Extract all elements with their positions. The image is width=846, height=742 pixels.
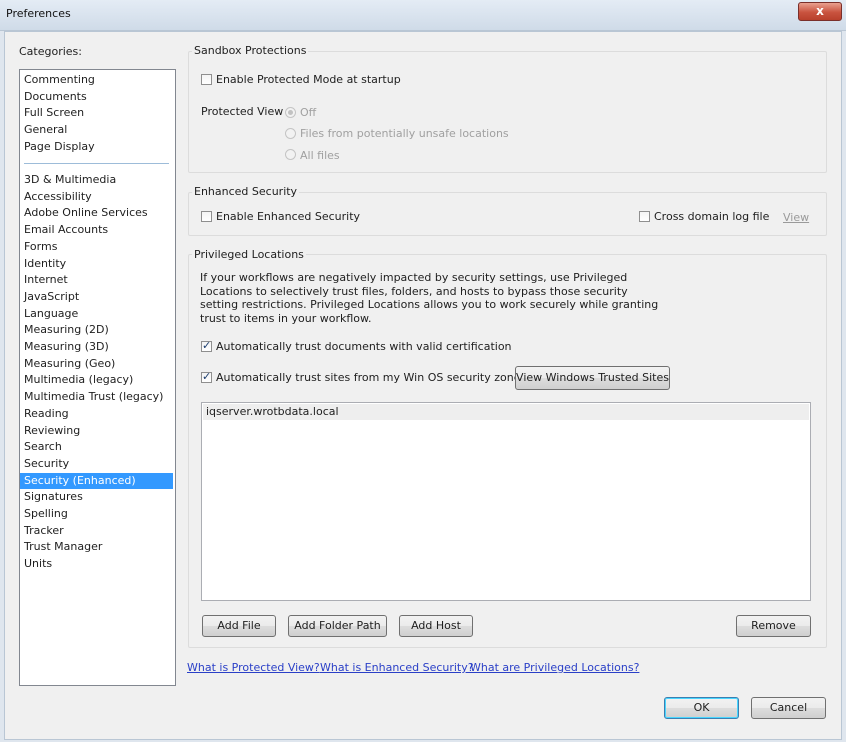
category-item[interactable]: Accessibility	[20, 189, 173, 205]
category-item[interactable]: Identity	[20, 256, 173, 272]
trust-certified-checkbox[interactable]	[201, 339, 212, 352]
close-icon: x	[816, 4, 824, 18]
protected-view-unsafe-radio[interactable]	[285, 128, 296, 139]
privileged-description: If your workflows are negatively impacte…	[200, 271, 659, 325]
protected-view-all-radio[interactable]	[285, 149, 296, 160]
trust-sites-label: Automatically trust sites from my Win OS…	[216, 371, 527, 384]
privileged-locations-title: Privileged Locations	[192, 248, 306, 261]
category-item[interactable]: Measuring (2D)	[20, 322, 173, 338]
protected-view-unsafe-label: Files from potentially unsafe locations	[300, 127, 509, 140]
protected-view-label: Protected View	[201, 105, 284, 118]
privileged-locations-list[interactable]: iqserver.wrotbdata.local	[201, 402, 811, 601]
protected-view-help-link[interactable]: What is Protected View?	[187, 661, 320, 674]
add-folder-path-button[interactable]: Add Folder Path	[288, 615, 387, 637]
cross-domain-checkbox[interactable]	[639, 211, 650, 222]
protected-view-off-radio[interactable]	[285, 107, 296, 118]
remove-button[interactable]: Remove	[736, 615, 811, 637]
title-bar: Preferences x	[0, 0, 846, 31]
enhanced-security-checkbox[interactable]	[201, 211, 212, 222]
category-item[interactable]: Measuring (3D)	[20, 339, 173, 355]
trust-sites-checkbox[interactable]	[201, 370, 212, 383]
category-item[interactable]: Reading	[20, 406, 173, 422]
trust-certified-label: Automatically trust documents with valid…	[216, 340, 512, 353]
category-item[interactable]: JavaScript	[20, 289, 173, 305]
privileged-locations-help-link[interactable]: What are Privileged Locations?	[470, 661, 639, 674]
cancel-button[interactable]: Cancel	[751, 697, 826, 719]
category-item[interactable]: Units	[20, 556, 173, 572]
sandbox-group	[188, 51, 827, 173]
category-item[interactable]: Multimedia Trust (legacy)	[20, 389, 173, 405]
categories-label: Categories:	[19, 45, 82, 58]
category-item[interactable]: Page Display	[20, 139, 173, 155]
category-item[interactable]: Search	[20, 439, 173, 455]
category-item[interactable]: Reviewing	[20, 423, 173, 439]
ok-button[interactable]: OK	[664, 697, 739, 719]
category-item[interactable]: 3D & Multimedia	[20, 172, 173, 188]
category-item[interactable]: Full Screen	[20, 105, 173, 121]
category-item[interactable]: Multimedia (legacy)	[20, 372, 173, 388]
cross-domain-label: Cross domain log file	[654, 210, 770, 223]
view-trusted-sites-button[interactable]: View Windows Trusted Sites	[515, 366, 670, 390]
category-item[interactable]: Measuring (Geo)	[20, 356, 173, 372]
add-file-button[interactable]: Add File	[202, 615, 276, 637]
add-host-button[interactable]: Add Host	[399, 615, 473, 637]
protected-view-off-label: Off	[300, 106, 317, 119]
enhanced-security-help-link[interactable]: What is Enhanced Security?	[320, 661, 474, 674]
enhanced-security-title: Enhanced Security	[192, 185, 300, 198]
category-item-selected[interactable]: Security (Enhanced)	[20, 472, 173, 489]
protected-mode-checkbox[interactable]	[201, 74, 212, 85]
category-item[interactable]: General	[20, 122, 173, 138]
window-title: Preferences	[6, 7, 71, 20]
category-separator	[24, 163, 169, 164]
category-item[interactable]: Adobe Online Services	[20, 205, 173, 221]
close-button[interactable]: x	[798, 2, 842, 21]
category-item[interactable]: Trust Manager	[20, 539, 173, 555]
category-item[interactable]: Commenting	[20, 72, 173, 88]
enhanced-security-label: Enable Enhanced Security	[216, 210, 361, 223]
sandbox-title: Sandbox Protections	[192, 44, 309, 57]
category-item[interactable]: Tracker	[20, 523, 173, 539]
categories-list[interactable]: Commenting Documents Full Screen General…	[19, 69, 176, 686]
view-log-link[interactable]: View	[783, 211, 809, 224]
category-item[interactable]: Internet	[20, 272, 173, 288]
protected-mode-label: Enable Protected Mode at startup	[216, 73, 401, 86]
category-item[interactable]: Email Accounts	[20, 222, 173, 238]
category-item[interactable]: Forms	[20, 239, 173, 255]
category-item[interactable]: Documents	[20, 89, 173, 105]
category-item[interactable]: Language	[20, 306, 173, 322]
category-item[interactable]: Signatures	[20, 489, 173, 505]
protected-view-all-label: All files	[300, 149, 340, 162]
category-item[interactable]: Security	[20, 456, 173, 472]
category-item[interactable]: Spelling	[20, 506, 173, 522]
list-item[interactable]: iqserver.wrotbdata.local	[203, 404, 809, 420]
